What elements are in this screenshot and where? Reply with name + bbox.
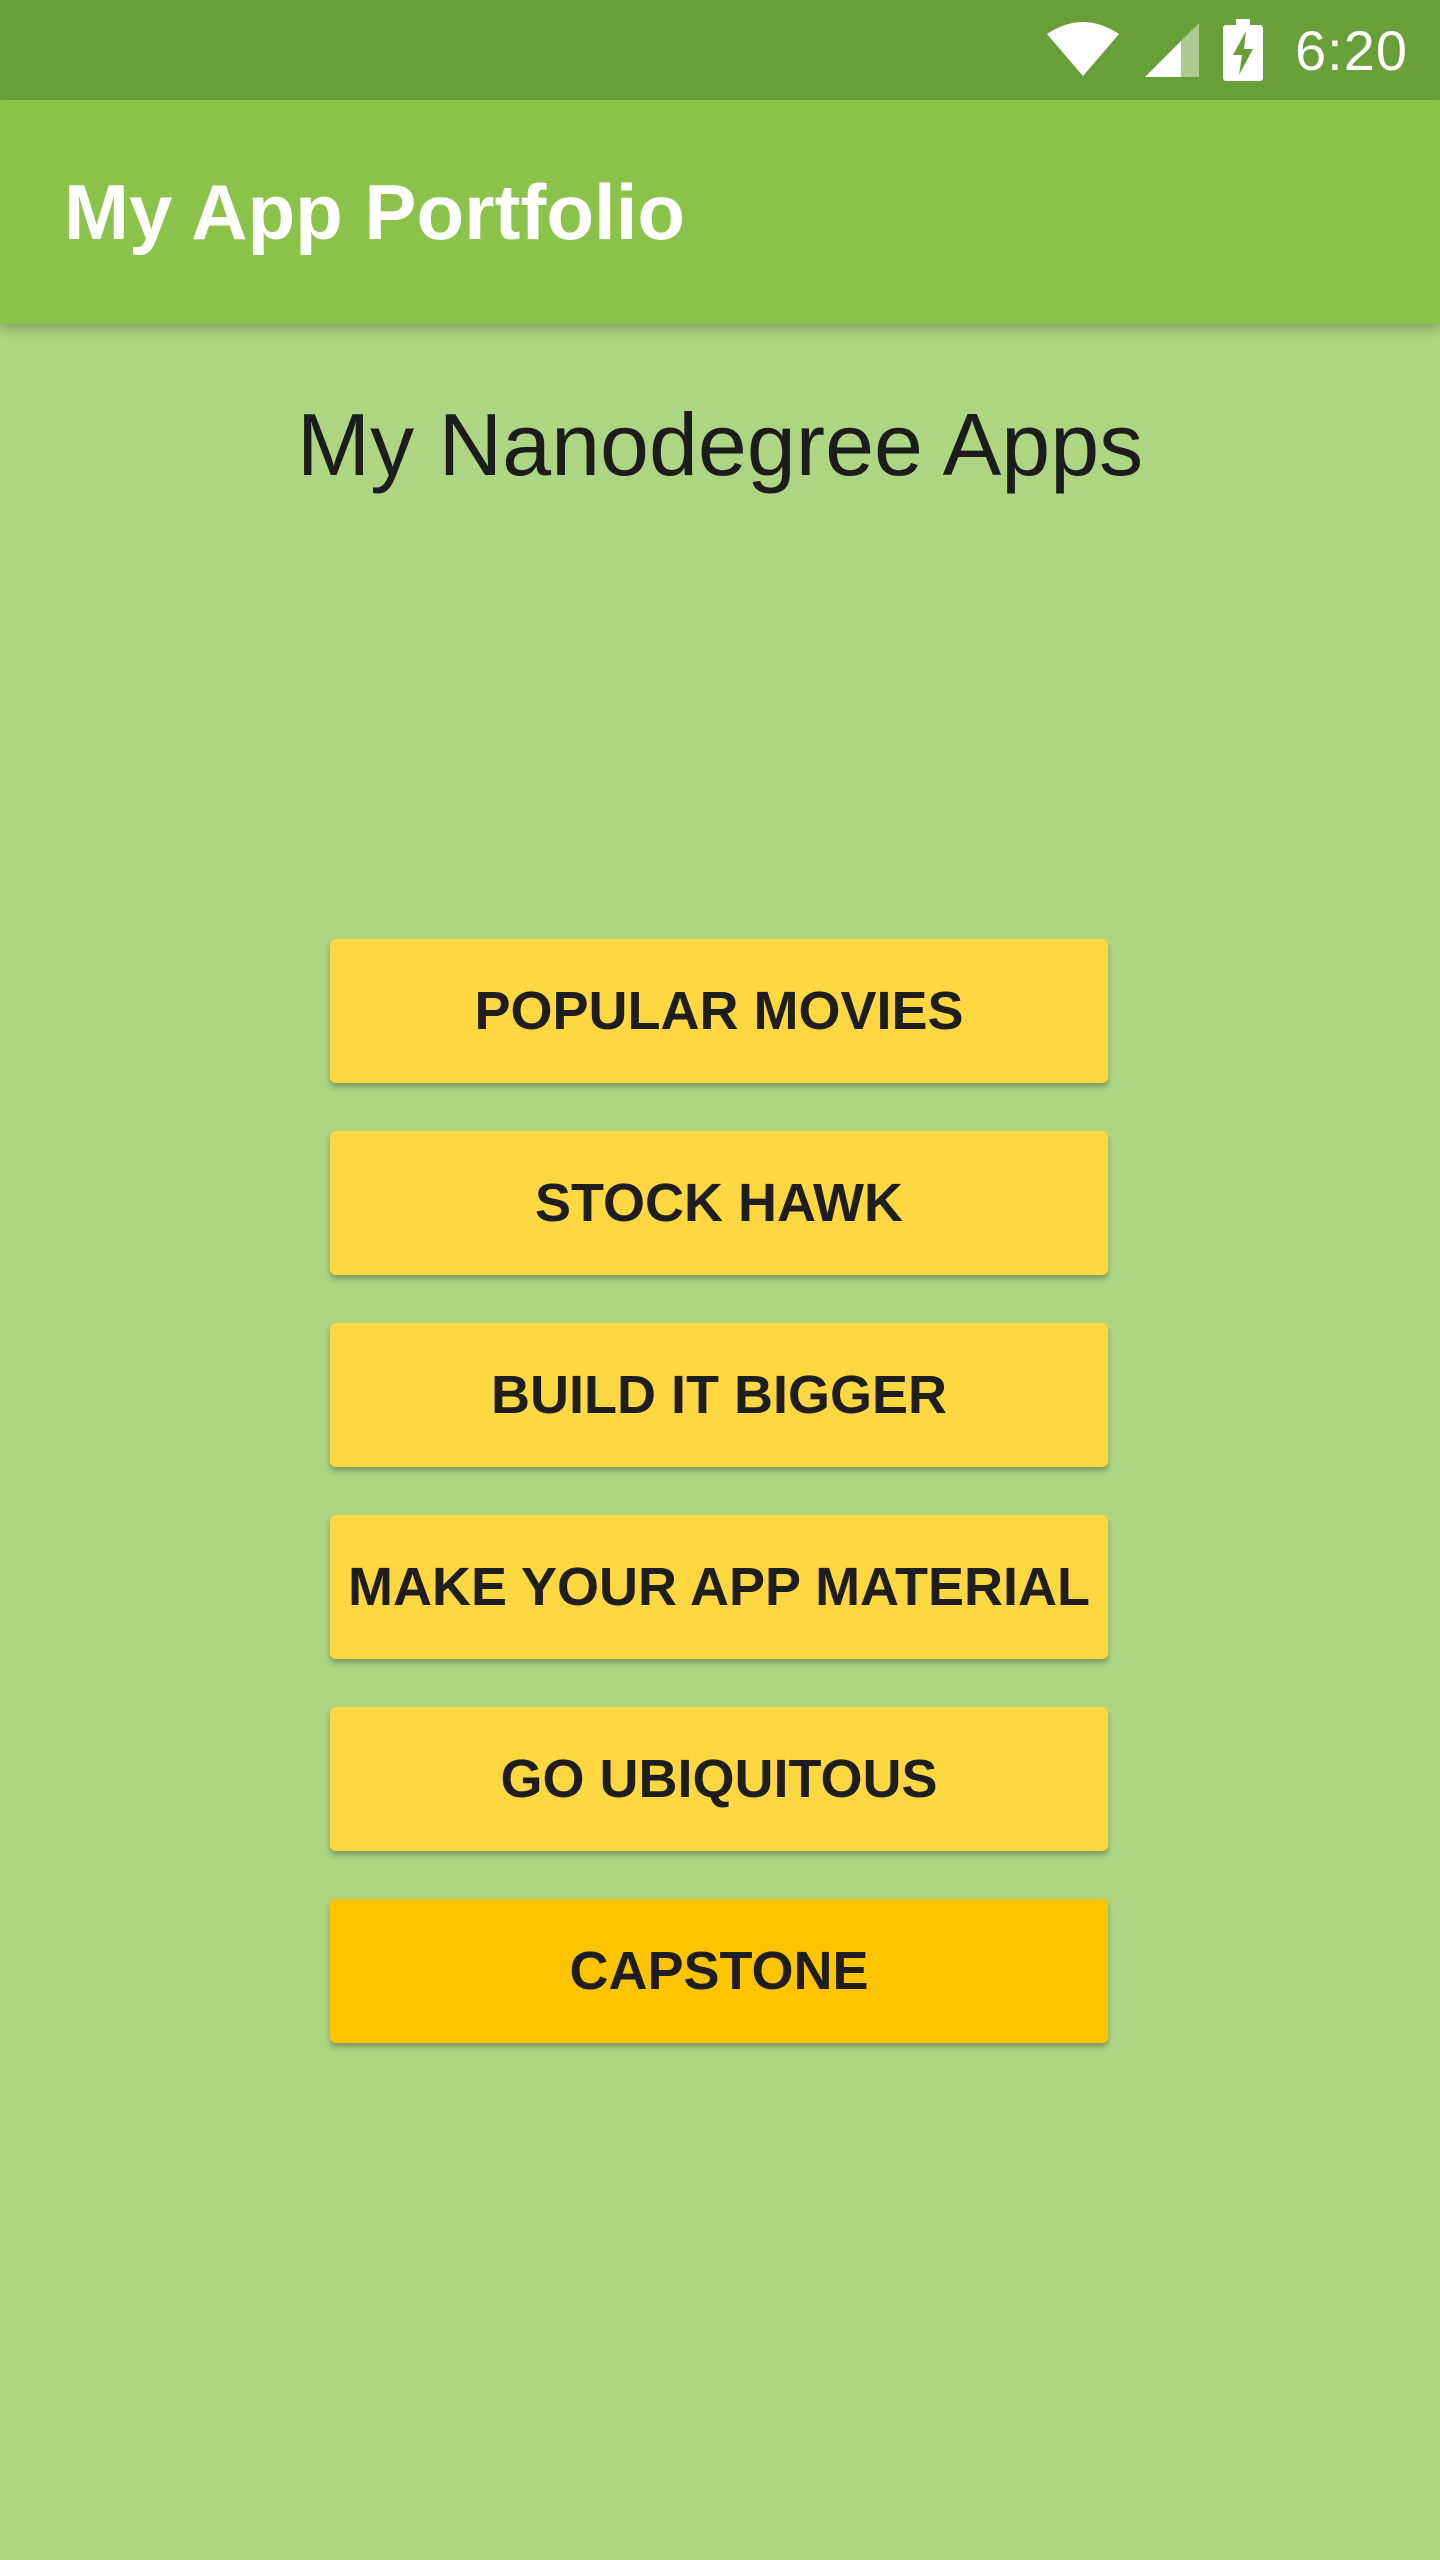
- make-your-app-material-button[interactable]: MAKE YOUR APP MATERIAL: [330, 1515, 1108, 1659]
- wifi-icon: [1045, 22, 1121, 78]
- popular-movies-button[interactable]: POPULAR MOVIES: [330, 939, 1108, 1083]
- cell-signal-icon: [1143, 21, 1201, 79]
- go-ubiquitous-button[interactable]: GO UBIQUITOUS: [330, 1707, 1108, 1851]
- main-content: My Nanodegree Apps POPULAR MOVIES STOCK …: [0, 324, 1440, 2560]
- app-button-list: POPULAR MOVIES STOCK HAWK BUILD IT BIGGE…: [330, 939, 1108, 2043]
- stock-hawk-button[interactable]: STOCK HAWK: [330, 1131, 1108, 1275]
- app-title: My App Portfolio: [64, 168, 686, 256]
- status-time: 6:20: [1295, 18, 1408, 82]
- battery-charging-icon: [1223, 19, 1263, 81]
- capstone-button[interactable]: CAPSTONE: [330, 1899, 1108, 2043]
- status-icons: 6:20: [1045, 0, 1408, 100]
- status-bar: 6:20: [0, 0, 1440, 100]
- build-it-bigger-button[interactable]: BUILD IT BIGGER: [330, 1323, 1108, 1467]
- section-heading: My Nanodegree Apps: [296, 395, 1144, 494]
- app-bar: My App Portfolio: [0, 100, 1440, 324]
